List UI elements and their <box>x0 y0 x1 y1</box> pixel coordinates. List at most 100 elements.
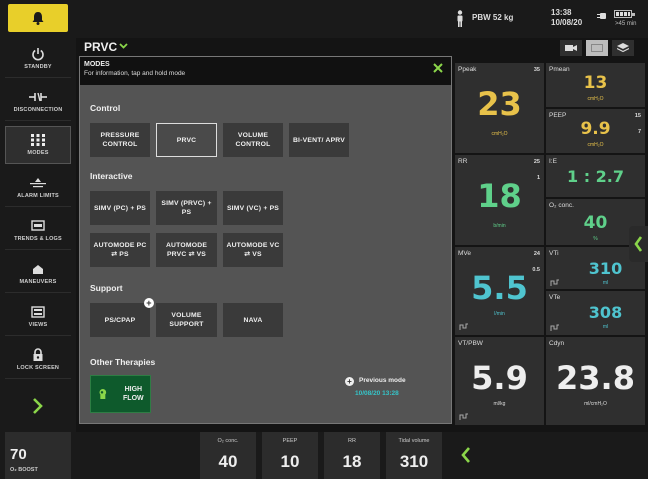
leak-icon <box>459 323 468 330</box>
sidebar-item-alarm-limits[interactable]: ALARM LIMITS <box>5 169 71 207</box>
mode-simv-pc-ps-button[interactable]: SIMV (PC) + PS <box>90 191 150 225</box>
previous-mode-label[interactable]: Previous mode <box>359 377 406 384</box>
tile-pmean[interactable]: Pmean 13 cmH₂O <box>546 63 645 107</box>
sidebar: STANDBY DISCONNECTION MODES ALARM LIMITS… <box>0 38 76 432</box>
alarm-bell-button[interactable] <box>8 4 68 32</box>
quick-setting-rr[interactable]: RR 18 <box>324 432 380 479</box>
high-flow-label: HIGH FLOW <box>123 386 144 402</box>
sidebar-item-disconnection[interactable]: DISCONNECTION <box>5 83 71 121</box>
quick-setting-value: 310 <box>399 452 429 471</box>
peep-label: PEEP <box>549 112 567 119</box>
mode-pressure-control-button[interactable]: PRESSURE CONTROL <box>90 123 150 157</box>
sidebar-item-standby[interactable]: STANDBY <box>5 40 71 78</box>
rr-label: RR <box>458 158 468 165</box>
vte-unit: ml <box>602 324 609 330</box>
sidebar-item-views[interactable]: VIEWS <box>5 298 71 336</box>
current-mode-label: PRVC <box>84 40 118 54</box>
mode-prvc-button[interactable]: PRVC <box>156 123 217 157</box>
sidebar-item-modes[interactable]: MODES <box>5 126 71 164</box>
mode-nava-button[interactable]: NAVA <box>223 303 283 337</box>
o2-boost-button[interactable]: 70 O₂ BOOST <box>5 432 71 479</box>
mode-simv-prvc-ps-button[interactable]: SIMV (PRVC) + PS <box>156 191 217 225</box>
mode-bivent-aprv-button[interactable]: BI-VENT/ APRV <box>289 123 349 157</box>
high-flow-button[interactable]: HIGH FLOW <box>90 375 151 413</box>
close-icon[interactable] <box>433 63 443 73</box>
sidebar-next-button[interactable] <box>5 388 71 424</box>
view-buttons <box>560 40 644 58</box>
mode-volume-control-button[interactable]: VOLUME CONTROL <box>223 123 283 157</box>
ie-label: I:E <box>549 158 557 165</box>
tile-ie-ratio[interactable]: I:E 1 : 2.7 <box>546 155 645 197</box>
battery-status: >45 min <box>610 8 638 30</box>
sidebar-item-label: ALARM LIMITS <box>17 192 59 199</box>
quick-setting-label: RR <box>348 438 356 444</box>
quick-setting-label: Tidal volume <box>398 438 430 444</box>
tile-ppeak[interactable]: Ppeak 35 23 cmH₂O <box>455 63 544 153</box>
view-layers-button[interactable] <box>612 40 634 56</box>
cdyn-value: 23.8 <box>556 359 635 397</box>
patient-icon <box>457 10 463 27</box>
clock-date: 10/08/20 <box>551 18 583 27</box>
sidebar-item-maneuvers[interactable]: MANEUVERS <box>5 255 71 293</box>
o2-label: O₂ conc. <box>549 202 574 209</box>
view-active-button[interactable] <box>586 40 608 56</box>
quick-settings-back-button[interactable] <box>453 436 479 474</box>
section-other-therapies-label: Other Therapies <box>90 357 156 367</box>
pbw-label: PBW 52 kg <box>472 13 514 22</box>
modes-dialog: MODES For information, tap and hold mode… <box>79 56 452 424</box>
section-control-label: Control <box>90 103 121 113</box>
tile-vte[interactable]: VTe 308 ml <box>546 291 645 335</box>
sidebar-item-label: MANEUVERS <box>19 278 57 285</box>
tile-peep[interactable]: PEEP 15 7 9.9 cmH₂O <box>546 109 645 153</box>
quick-setting-o2-conc[interactable]: O₂ conc. 40 <box>200 432 256 479</box>
expand-panel-button[interactable] <box>629 226 648 262</box>
rr-unit: b/min <box>493 223 506 229</box>
mode-volume-support-button[interactable]: VOLUME SUPPORT <box>156 303 217 337</box>
quick-setting-tidal-volume[interactable]: Tidal volume 310 <box>386 432 442 479</box>
tile-mve[interactable]: MVe 24 0.5 5.5 l/min <box>455 247 544 335</box>
previous-mode-plus-icon[interactable]: + <box>345 377 354 386</box>
mode-header[interactable]: PRVC <box>76 38 452 56</box>
camera-icon <box>565 45 577 51</box>
quick-setting-value: 10 <box>280 452 300 471</box>
ppeak-value: 23 <box>477 85 522 123</box>
mve-label: MVe <box>458 250 472 257</box>
mains-plug-icon <box>597 13 606 19</box>
sidebar-item-trends-logs[interactable]: TRENDS & LOGS <box>5 212 71 250</box>
views-icon <box>29 305 47 319</box>
mode-automode-prvc-vs-button[interactable]: AUTOMODE PRVC ⇄ VS <box>156 233 217 267</box>
dialog-header: MODES For information, tap and hold mode <box>80 57 451 85</box>
cdyn-label: Cdyn <box>549 340 565 347</box>
ppeak-unit: cmH₂O <box>491 131 508 137</box>
section-interactive-label: Interactive <box>90 171 133 181</box>
rr-upper-limit: 25 <box>533 159 540 165</box>
sidebar-item-label: TRENDS & LOGS <box>14 235 62 242</box>
plus-icon: + <box>144 298 154 308</box>
peep-value: 9.9 <box>580 119 611 139</box>
tile-vt-pbw[interactable]: VT/PBW 5.9 ml/kg <box>455 337 544 425</box>
tile-cdyn[interactable]: Cdyn 23.8 ml/cmH₂O <box>546 337 645 425</box>
quick-setting-peep[interactable]: PEEP 10 <box>262 432 318 479</box>
mve-upper-limit: 24 <box>533 251 540 257</box>
battery-icon <box>614 10 635 18</box>
mode-simv-vc-ps-button[interactable]: SIMV (VC) + PS <box>223 191 283 225</box>
sidebar-item-lock-screen[interactable]: LOCK SCREEN <box>5 341 71 379</box>
top-bar: PBW 52 kg 13:38 10/08/20 >45 min <box>0 0 648 38</box>
sidebar-item-label: MODES <box>27 150 49 156</box>
ppeak-label: Ppeak <box>458 66 477 73</box>
mve-unit: l/min <box>494 311 505 317</box>
ppeak-upper-limit: 35 <box>533 67 540 73</box>
mode-automode-vc-vs-button[interactable]: AUTOMODE VC ⇄ VS <box>223 233 283 267</box>
chevron-left-icon <box>634 236 643 252</box>
dialog-title: MODES <box>84 61 110 68</box>
clock-time: 13:38 <box>551 8 572 17</box>
vti-unit: ml <box>602 280 609 286</box>
mode-ps-cpap-button[interactable]: PS/CPAP + <box>90 298 154 337</box>
tile-rr[interactable]: RR 25 1 18 b/min <box>455 155 544 245</box>
vte-label: VTe <box>549 294 561 301</box>
vtpbw-label: VT/PBW <box>458 340 483 347</box>
lock-icon <box>29 347 47 362</box>
view-loops-button[interactable] <box>560 40 582 56</box>
mode-automode-pc-ps-button[interactable]: AUTOMODE PC ⇄ PS <box>90 233 150 267</box>
mve-value: 5.5 <box>471 269 528 307</box>
